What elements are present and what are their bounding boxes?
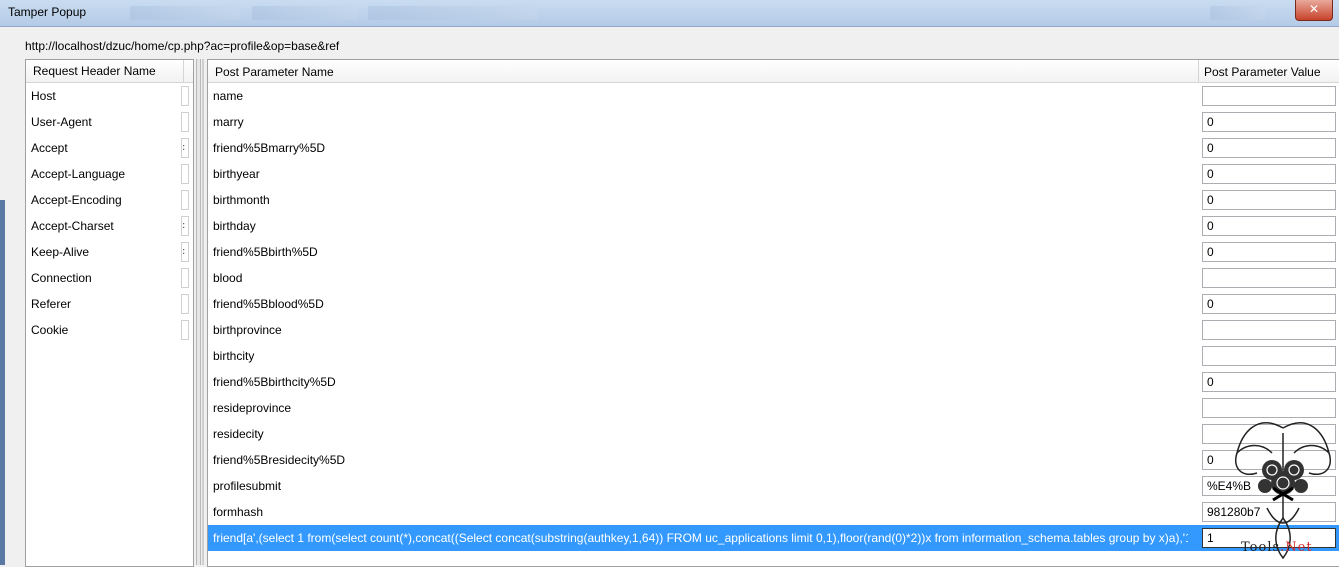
post-parameter-name: resideprovince <box>213 401 292 415</box>
header-value-field[interactable] <box>181 112 189 132</box>
window-title: Tamper Popup <box>8 5 87 19</box>
post-parameter-name: name <box>213 89 244 103</box>
list-item[interactable]: Accept-Charset: <box>26 213 193 239</box>
header-name: Accept-Charset <box>31 219 114 233</box>
column-divider[interactable] <box>1198 60 1199 82</box>
post-parameter-name: birthmonth <box>213 193 270 207</box>
post-parameter-value-field[interactable] <box>1202 346 1336 366</box>
header-name: Referer <box>31 297 72 311</box>
header-name: Connection <box>31 271 92 285</box>
table-row[interactable]: friend%5Bbirth%5D 0 <box>208 239 1339 265</box>
post-parameter-name: birthprovince <box>213 323 282 337</box>
header-value-field[interactable] <box>181 190 189 210</box>
post-parameter-name-header[interactable]: Post Parameter Name <box>215 65 334 79</box>
table-row[interactable]: blood <box>208 265 1339 291</box>
post-parameter-value-field[interactable] <box>1202 320 1336 340</box>
table-row[interactable]: residecity <box>208 421 1339 447</box>
table-row[interactable]: profilesubmit %E4%B <box>208 473 1339 499</box>
post-parameter-value-field[interactable]: 0 <box>1202 190 1336 210</box>
list-item[interactable]: Accept: <box>26 135 193 161</box>
post-parameter-name: friend%5Bblood%5D <box>213 297 324 311</box>
post-table-header: Post Parameter Name Post Parameter Value <box>208 60 1339 83</box>
headers-column-header-label: Request Header Name <box>26 60 184 82</box>
close-button[interactable]: ✕ <box>1295 0 1333 21</box>
post-parameter-name: birthyear <box>213 167 260 181</box>
post-parameter-value-field[interactable] <box>1202 268 1336 288</box>
header-name: Accept-Language <box>31 167 126 181</box>
request-url: http://localhost/dzuc/home/cp.php?ac=pro… <box>25 39 340 53</box>
post-parameter-value-field[interactable]: 0 <box>1202 164 1336 184</box>
header-name: Accept <box>31 141 68 155</box>
table-row[interactable]: birthprovince <box>208 317 1339 343</box>
post-parameter-name: friend%5Bresidecity%5D <box>213 453 346 467</box>
header-value-field[interactable]: : <box>181 242 189 262</box>
post-parameter-value-field[interactable]: 0 <box>1202 216 1336 236</box>
table-row[interactable]: formhash 981280b7 <box>208 499 1339 525</box>
table-row[interactable]: friend%5Bmarry%5D 0 <box>208 135 1339 161</box>
list-item[interactable]: Cookie <box>26 317 193 343</box>
table-row[interactable]: resideprovince <box>208 395 1339 421</box>
list-item[interactable]: Keep-Alive: <box>26 239 193 265</box>
headers-column-header[interactable]: Request Header Name <box>26 60 193 83</box>
post-parameter-value-field[interactable]: 0 <box>1202 294 1336 314</box>
post-parameter-name: marry <box>213 115 244 129</box>
post-parameter-value-header[interactable]: Post Parameter Value <box>1204 65 1321 79</box>
watermark-text: Tools.Net <box>1241 540 1313 555</box>
header-value-field[interactable] <box>181 320 189 340</box>
table-row[interactable]: name <box>208 83 1339 109</box>
table-row[interactable]: birthmonth 0 <box>208 187 1339 213</box>
post-parameter-name: blood <box>213 271 243 285</box>
post-parameter-name: friend%5Bmarry%5D <box>213 141 326 155</box>
table-row[interactable]: birthyear 0 <box>208 161 1339 187</box>
post-parameter-name: friend%5Bbirth%5D <box>213 245 318 259</box>
post-parameter-value-field[interactable]: 0 <box>1202 372 1336 392</box>
panel-splitter-handle[interactable] <box>202 59 204 565</box>
table-row[interactable]: marry 0 <box>208 109 1339 135</box>
background-window-ghost <box>368 6 538 20</box>
header-value-field[interactable] <box>181 164 189 184</box>
window-left-edge <box>0 200 5 565</box>
post-parameter-value-field[interactable] <box>1202 86 1336 106</box>
background-window-ghost <box>130 6 240 20</box>
post-parameter-name: residecity <box>213 427 264 441</box>
header-value-field[interactable]: : <box>181 216 189 236</box>
post-parameter-value-field[interactable]: 0 <box>1202 138 1336 158</box>
table-row[interactable]: friend%5Bblood%5D 0 <box>208 291 1339 317</box>
post-parameter-name: birthday <box>213 219 256 233</box>
table-row[interactable]: birthcity <box>208 343 1339 369</box>
list-item[interactable]: User-Agent <box>26 109 193 135</box>
list-item[interactable]: Accept-Language <box>26 161 193 187</box>
list-item[interactable]: Connection <box>26 265 193 291</box>
post-parameter-name: formhash <box>213 505 264 519</box>
table-row[interactable]: friend[a',(select 1 from(select count(*)… <box>208 525 1339 551</box>
post-parameter-name: friend[a',(select 1 from(select count(*)… <box>213 531 1188 545</box>
header-value-field[interactable]: : <box>181 138 189 158</box>
background-window-ghost <box>252 6 357 20</box>
table-row[interactable]: birthday 0 <box>208 213 1339 239</box>
header-name: Accept-Encoding <box>31 193 122 207</box>
post-parameters-table[interactable]: Post Parameter Name Post Parameter Value… <box>207 59 1339 567</box>
background-window-ghost <box>1210 6 1265 20</box>
header-name: Cookie <box>31 323 69 337</box>
list-item[interactable]: Referer <box>26 291 193 317</box>
post-parameter-value-field[interactable]: 0 <box>1202 242 1336 262</box>
post-parameter-name: friend%5Bbirthcity%5D <box>213 375 336 389</box>
close-icon: ✕ <box>1308 2 1320 16</box>
list-item[interactable]: Host <box>26 83 193 109</box>
panel-splitter[interactable] <box>196 59 201 565</box>
header-value-field[interactable] <box>181 86 189 106</box>
header-value-field[interactable] <box>181 294 189 314</box>
post-parameter-value-field[interactable]: 0 <box>1202 112 1336 132</box>
table-row[interactable]: friend%5Bbirthcity%5D 0 <box>208 369 1339 395</box>
header-value-field[interactable] <box>181 268 189 288</box>
header-name: User-Agent <box>31 115 92 129</box>
list-item[interactable]: Accept-Encoding <box>26 187 193 213</box>
table-row[interactable]: friend%5Bresidecity%5D 0 <box>208 447 1339 473</box>
title-bar: Tamper Popup ✕ <box>0 0 1339 27</box>
post-parameter-name: profilesubmit <box>213 479 282 493</box>
request-headers-list[interactable]: Request Header Name Host User-Agent Accept… <box>25 59 194 567</box>
post-parameter-name: birthcity <box>213 349 255 363</box>
header-name: Keep-Alive <box>31 245 90 259</box>
header-name: Host <box>31 89 56 103</box>
